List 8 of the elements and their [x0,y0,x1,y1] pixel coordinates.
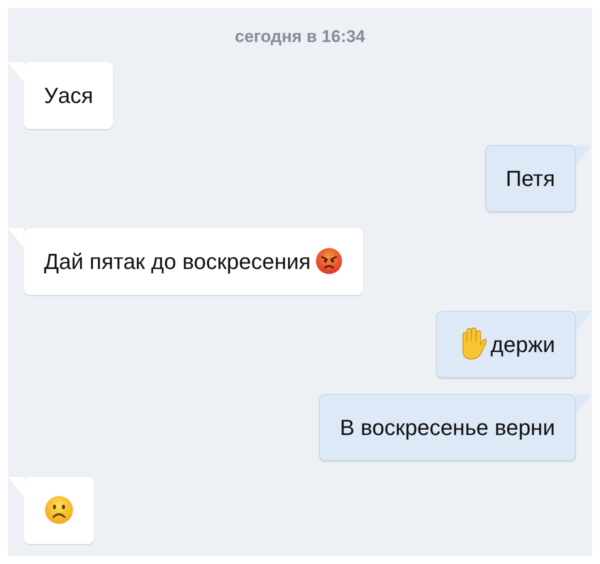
frowning-face-icon [44,495,74,525]
message-text: Уася [44,82,94,110]
message-text: держи [490,330,555,359]
message-text: В воскресенье верни [340,414,555,442]
date-label: сегодня в 16:34 [234,26,366,48]
message-text: Петя [506,164,555,192]
message-text: Дай пятак до воскресения [44,248,311,276]
angry-face-icon [314,247,343,275]
